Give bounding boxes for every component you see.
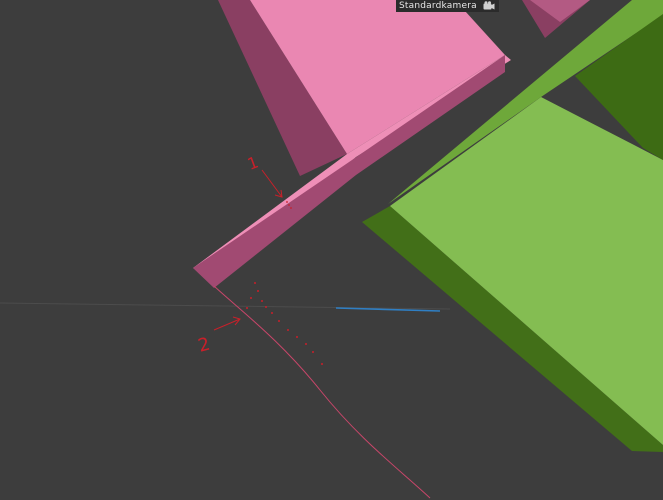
annotation-dots-2 xyxy=(246,282,323,365)
scene-render: 1 2 xyxy=(0,0,663,499)
edge-trace-line xyxy=(213,285,431,499)
annotation-arrow-1 xyxy=(261,169,283,198)
annotation-label-1: 1 xyxy=(245,152,261,173)
camera-icon[interactable] xyxy=(483,1,495,11)
annotation-arrow-2 xyxy=(213,318,241,331)
camera-selector[interactable]: Standardkamera xyxy=(396,0,499,12)
3d-viewport[interactable]: 1 2 Standardkamera xyxy=(0,0,663,500)
ground-grid-line xyxy=(0,302,451,310)
annotation-label-2: 2 xyxy=(196,334,212,357)
camera-label: Standardkamera xyxy=(399,1,477,11)
